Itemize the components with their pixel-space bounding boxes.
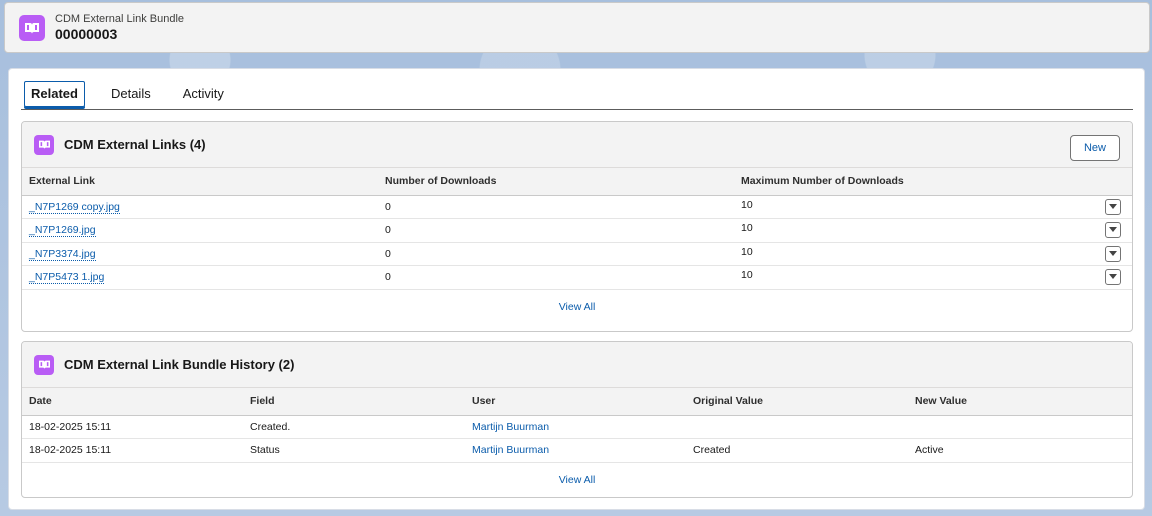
view-all-link[interactable]: View All <box>22 290 1132 324</box>
new-value-cell: Active <box>908 438 1132 463</box>
card-title[interactable]: CDM External Links (4) <box>64 137 206 152</box>
card-header: CDM External Links (4) New <box>22 122 1132 168</box>
tab-bar: Related Details Activity <box>21 81 1133 110</box>
external-links-card: CDM External Links (4) New External Link… <box>21 121 1133 332</box>
max-downloads-cell: 10 <box>741 198 753 211</box>
book-icon <box>34 134 54 155</box>
tab-activity[interactable]: Activity <box>177 81 230 109</box>
card-header: CDM External Link Bundle History (2) <box>22 342 1132 388</box>
column-header: User <box>465 388 686 416</box>
record-header: CDM External Link Bundle 00000003 <box>4 2 1150 53</box>
downloads-cell: 0 <box>378 218 734 243</box>
new-value-cell <box>908 415 1132 439</box>
downloads-cell: 0 <box>378 265 734 290</box>
table-row: 18-02-2025 15:11 Status Martijn Buurman … <box>22 438 1132 463</box>
column-header: New Value <box>908 388 1132 416</box>
history-table: Date Field User Original Value New Value… <box>22 388 1132 463</box>
downloads-cell: 0 <box>378 242 734 266</box>
object-label: CDM External Link Bundle <box>55 13 185 25</box>
table-row: _N7P1269.jpg 0 10 <box>22 218 1132 243</box>
max-downloads-cell: 10 <box>741 269 753 282</box>
row-actions-button[interactable] <box>1105 245 1121 262</box>
user-link[interactable]: Martijn Buurman <box>472 444 549 456</box>
table-row: _N7P5473 1.jpg 0 10 <box>22 265 1132 290</box>
table-row: _N7P3374.jpg 0 10 <box>22 242 1132 266</box>
new-button[interactable]: New <box>1070 135 1120 161</box>
column-header[interactable]: Maximum Number of Downloads <box>734 168 1132 196</box>
row-actions-button[interactable] <box>1105 269 1121 286</box>
date-cell: 18-02-2025 15:11 <box>22 438 243 463</box>
chevron-down-icon <box>1109 274 1117 280</box>
table-row: _N7P1269 copy.jpg 0 10 <box>22 195 1132 219</box>
external-link[interactable]: _N7P3374.jpg <box>29 247 96 261</box>
record-name: 00000003 <box>55 26 118 42</box>
row-actions-button[interactable] <box>1105 222 1121 239</box>
column-header: Date <box>22 388 243 416</box>
column-header: Field <box>243 388 465 416</box>
card-title[interactable]: CDM External Link Bundle History (2) <box>64 357 294 372</box>
main-panel: Related Details Activity CDM External Li… <box>8 68 1145 510</box>
original-value-cell: Created <box>686 438 908 463</box>
chevron-down-icon <box>1109 227 1117 233</box>
user-link[interactable]: Martijn Buurman <box>472 421 549 433</box>
field-cell: Created. <box>243 415 465 439</box>
chevron-down-icon <box>1109 250 1117 256</box>
chevron-down-icon <box>1109 203 1117 209</box>
book-icon <box>34 354 54 375</box>
column-header: Original Value <box>686 388 908 416</box>
max-downloads-cell: 10 <box>741 245 753 258</box>
original-value-cell <box>686 415 908 439</box>
external-link[interactable]: _N7P1269.jpg <box>29 224 96 238</box>
tab-related[interactable]: Related <box>24 81 85 107</box>
field-cell: Status <box>243 438 465 463</box>
column-header[interactable]: External Link <box>22 168 378 196</box>
downloads-cell: 0 <box>378 195 734 219</box>
row-actions-button[interactable] <box>1105 198 1121 215</box>
max-downloads-cell: 10 <box>741 222 753 235</box>
view-all-link[interactable]: View All <box>22 463 1132 497</box>
table-row: 18-02-2025 15:11 Created. Martijn Buurma… <box>22 415 1132 439</box>
external-link[interactable]: _N7P5473 1.jpg <box>29 271 105 285</box>
book-icon <box>19 14 45 41</box>
external-link[interactable]: _N7P1269 copy.jpg <box>29 200 120 214</box>
column-header[interactable]: Number of Downloads <box>378 168 734 196</box>
date-cell: 18-02-2025 15:11 <box>22 415 243 439</box>
external-links-table: External Link Number of Downloads Maximu… <box>22 168 1132 290</box>
tab-details[interactable]: Details <box>105 81 157 109</box>
bundle-history-card: CDM External Link Bundle History (2) Dat… <box>21 341 1133 498</box>
